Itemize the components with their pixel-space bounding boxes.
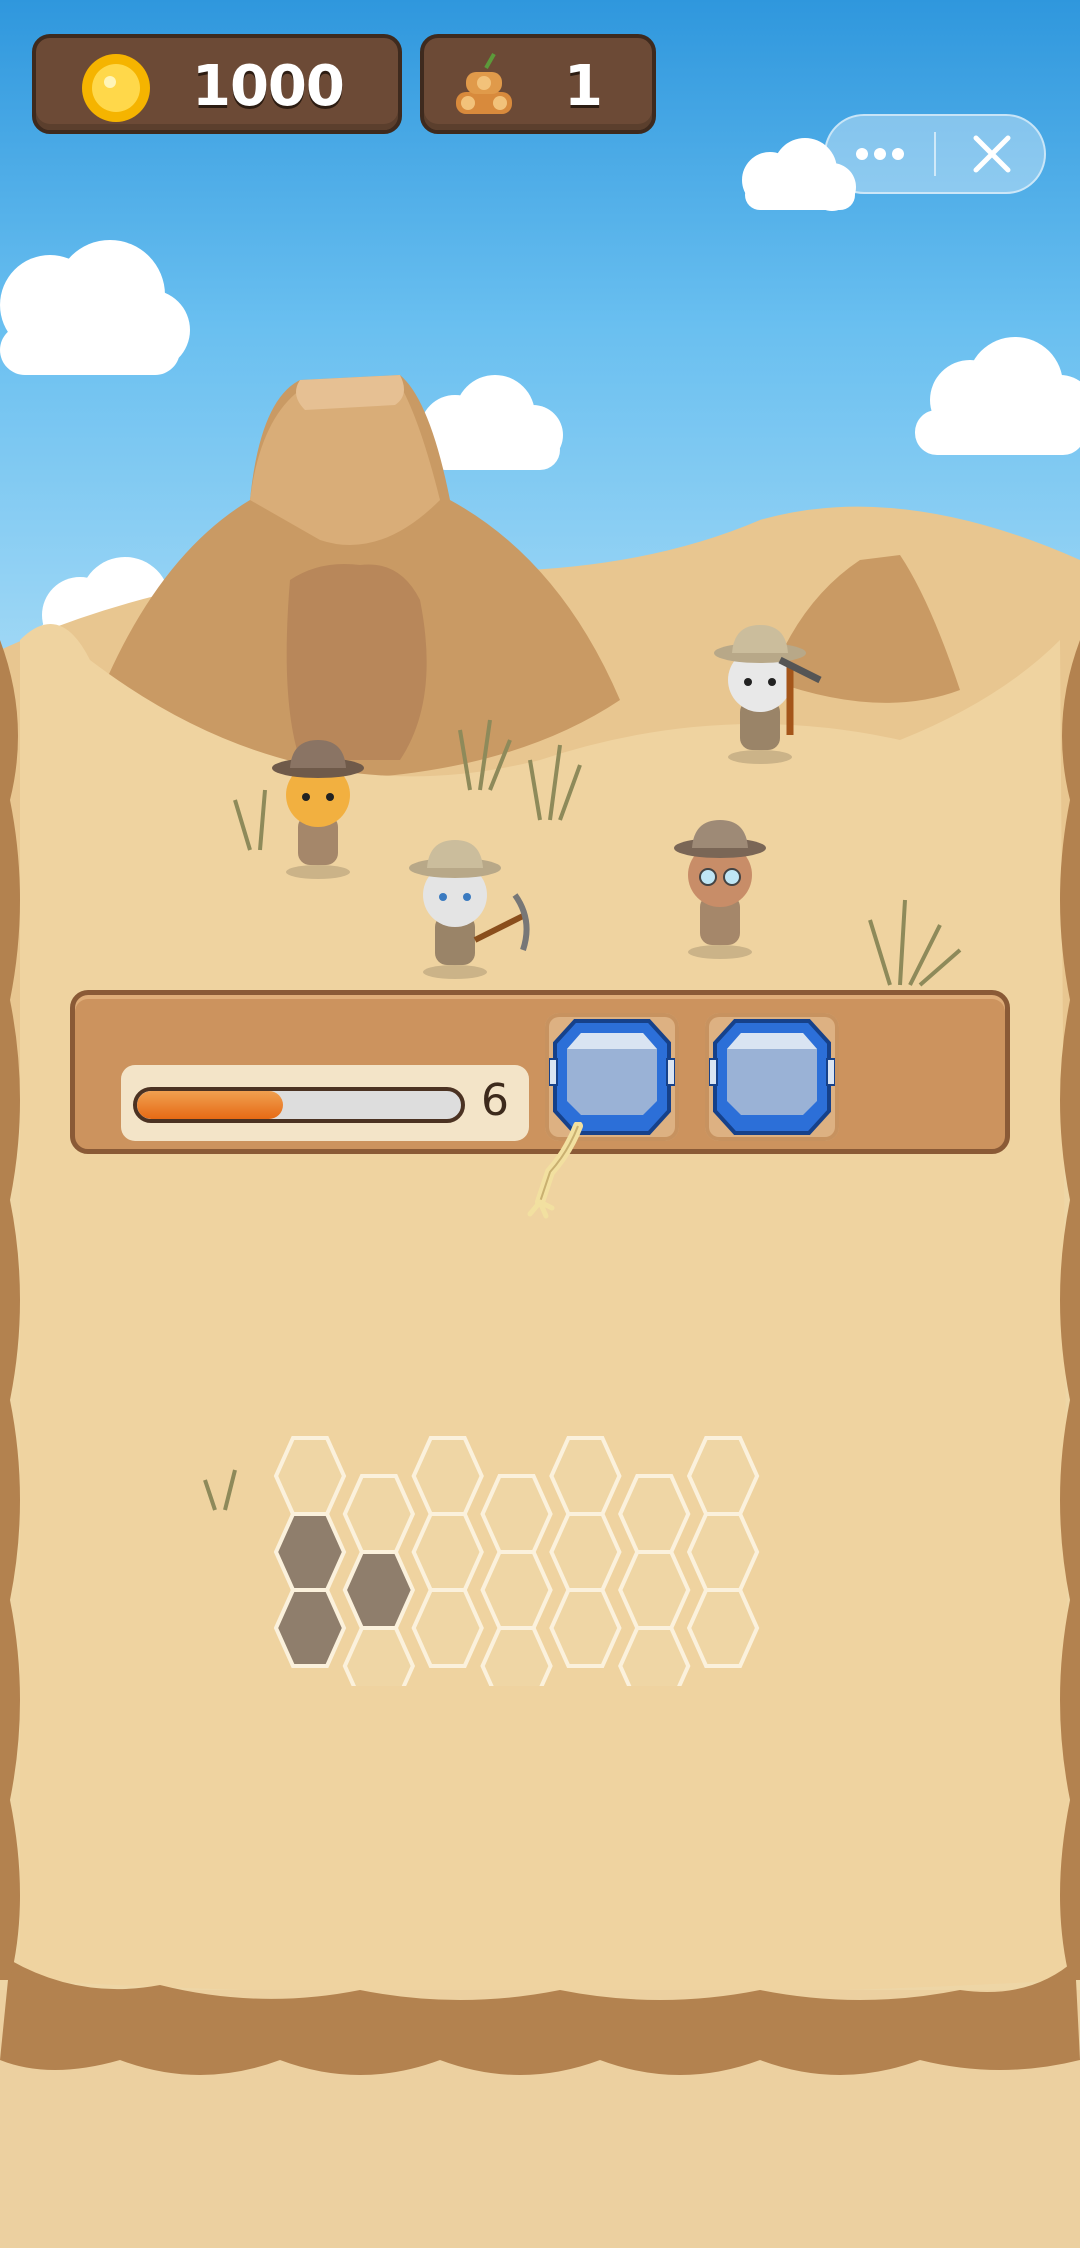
blue-crate-icon [549, 1019, 675, 1135]
bone-fragment-icon [527, 1122, 583, 1219]
coin-amount: 1000 [192, 54, 345, 119]
sand-hex-tile[interactable] [686, 1588, 760, 1668]
sand-hex-tile[interactable] [342, 1474, 416, 1554]
blue-crate-icon [709, 1019, 835, 1135]
sand-hex-tile[interactable] [273, 1436, 347, 1516]
close-button[interactable] [938, 116, 1044, 192]
sand-hex-tile[interactable] [480, 1474, 553, 1554]
progress-fill [137, 1091, 283, 1119]
more-dots-icon [856, 148, 904, 160]
sand-hex-tile[interactable] [411, 1588, 484, 1668]
close-icon [973, 135, 1011, 173]
log-amount: 1 [564, 54, 603, 119]
crate-slot-2[interactable] [705, 1013, 839, 1141]
progress-count: 6 [481, 1075, 509, 1126]
sand-hex-tile[interactable] [686, 1436, 760, 1516]
log-counter: 1 [420, 34, 656, 134]
explorer-cat-pickaxe [409, 840, 530, 979]
explorer-cat-orange [272, 740, 364, 879]
explorer-cat-glasses [674, 820, 766, 959]
sand-hex-tile[interactable] [618, 1474, 691, 1554]
coin-counter: 1000 [32, 34, 402, 134]
sand-hex-tile[interactable] [549, 1436, 622, 1516]
progress-bar [133, 1087, 465, 1123]
sand-hex-tile[interactable] [411, 1512, 484, 1592]
sand-hex-tile[interactable] [342, 1626, 416, 1686]
dig-progress: 6 [121, 1065, 529, 1141]
sand-hex-tile[interactable] [549, 1588, 622, 1668]
wood-log-pile-icon [456, 53, 512, 114]
dug-hex-tile[interactable] [273, 1588, 347, 1668]
system-menu-capsule [824, 114, 1046, 194]
gold-coin-icon [82, 54, 150, 122]
sand-hex-tile[interactable] [618, 1626, 691, 1686]
sand-hex-tile[interactable] [549, 1512, 622, 1592]
sand-hex-tile[interactable] [411, 1436, 484, 1516]
dug-hex-tile[interactable] [342, 1550, 416, 1630]
sand-hex-tile[interactable] [618, 1550, 691, 1630]
more-button[interactable] [826, 116, 934, 192]
sand-hex-tile[interactable] [686, 1512, 760, 1592]
sand-hex-tile[interactable] [480, 1626, 553, 1686]
capsule-divider [934, 132, 936, 176]
dig-hex-grid [273, 1436, 760, 1686]
explorer-cat-hammer [714, 625, 822, 764]
dug-hex-tile[interactable] [273, 1512, 347, 1592]
sand-hex-tile[interactable] [480, 1550, 553, 1630]
